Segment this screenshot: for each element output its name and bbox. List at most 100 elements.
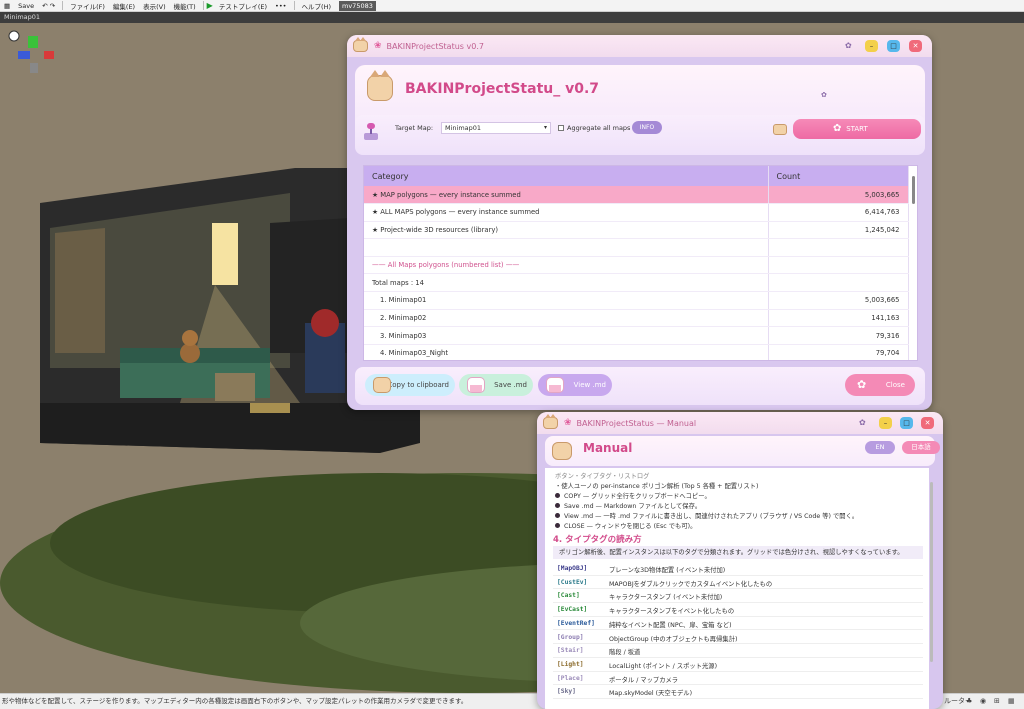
undo-icon[interactable]: ↶ ↷ — [38, 2, 59, 10]
view-md-button[interactable]: View .md — [538, 374, 612, 396]
play-icon[interactable]: ▶ — [207, 1, 213, 10]
manual-titlebar[interactable]: ❀ BAKINProjectStatus — Manual ✿ – □ ✕ — [537, 412, 943, 434]
tag-row: [Light] LocalLight (ポイント / スポット光源) — [553, 658, 923, 672]
table-row[interactable]: ★ ALL MAPS polygons — every instance sum… — [364, 203, 909, 222]
tag-label: [Light] — [557, 660, 584, 668]
table-scrollbar[interactable] — [912, 176, 915, 204]
close-window-button[interactable]: ✕ — [921, 417, 934, 429]
column-header-category[interactable]: Category — [364, 166, 769, 186]
table-row[interactable] — [364, 238, 909, 257]
file-menu[interactable]: ファイル(F) — [66, 1, 109, 11]
function-menu[interactable]: 機能(T) — [170, 1, 200, 11]
tag-description: MAPOBJをダブルクリックでカスタムイベント化したもの — [609, 580, 773, 588]
manual-line: COPY — グリッド全行をクリップボードへコピー。 — [555, 491, 711, 500]
table-row[interactable]: 2. Minimap02 141,163 — [364, 309, 909, 328]
tag-label: [CustEv] — [557, 578, 588, 586]
paw-icon: ✿ — [821, 91, 827, 99]
manual-content[interactable]: ボタン・タイプタグ・リストログ・使人ユーノの per-instance ポリゴン… — [545, 468, 929, 709]
table-row[interactable]: Total maps : 14 — [364, 273, 909, 293]
start-button[interactable]: ✿ START — [793, 119, 921, 139]
table-row[interactable]: 3. Minimap03 79,316 — [364, 326, 909, 345]
tag-row: [EventRef] 純粋なイベント配置 (NPC、扉、宝箱 など) — [553, 617, 923, 631]
paw-icon: ✿ — [857, 378, 867, 391]
edit-menu[interactable]: 編集(E) — [109, 1, 139, 11]
globe-icon[interactable]: ◉ — [980, 694, 986, 709]
tag-description: プレーンな3D物体配置 (イベント未付加) — [609, 567, 726, 574]
tree-icon[interactable]: ♣ — [966, 694, 972, 709]
app-title: BAKINProjectStatu_ v0.7 — [405, 81, 600, 97]
paw-pin-icon[interactable]: ✿ — [859, 418, 866, 427]
viewport-menu-icon — [8, 30, 20, 42]
table-row[interactable]: —— All Maps polygons (numbered list) —— — [364, 256, 909, 275]
manual-line: View .md — 一時 .md ファイルに書き出し、関連付けされたアプリ (… — [555, 511, 858, 520]
cat-icon — [773, 124, 787, 135]
cake-icon — [467, 377, 485, 393]
help-menu[interactable]: ヘルプ(H) — [298, 1, 335, 11]
manual-window-title: BAKINProjectStatus — Manual — [576, 418, 697, 428]
minimize-button[interactable]: – — [879, 417, 892, 429]
cat-icon — [543, 414, 558, 429]
tag-description: ポータル / マップカメラ — [609, 676, 679, 684]
table-row[interactable]: ★ Project-wide 3D resources (library) 1,2… — [364, 221, 909, 240]
maximize-button[interactable]: □ — [900, 417, 913, 429]
cell-count: 79,704 — [768, 344, 909, 360]
tag-row: [Sky] Map.skyModel (天空モデル) — [553, 685, 923, 699]
more-menu[interactable]: ••• — [271, 2, 291, 10]
cell-category: ★ MAP polygons — every instance summed — [364, 186, 769, 205]
aggregate-checkbox[interactable] — [558, 125, 564, 131]
cell-count: 79,316 — [768, 326, 909, 345]
table-row[interactable]: 4. Minimap03_Night 79,704 — [364, 344, 909, 360]
tag-label: [Stair] — [557, 647, 584, 655]
grid-icon[interactable]: ▦ — [1008, 694, 1015, 709]
close-window-button[interactable]: ✕ — [909, 40, 922, 52]
tag-label: [Cast] — [557, 592, 580, 600]
tag-description: キャラクタースタンプ (イベント未付加) — [609, 594, 723, 602]
bullet-icon — [555, 493, 560, 498]
tag-description: Map.skyModel (天空モデル) — [609, 690, 693, 698]
manual-line: ボタン・タイプタグ・リストログ — [555, 473, 650, 480]
manual-line: ・使人ユーノの per-instance ポリゴン解析 (Top 5 各種 + … — [555, 483, 759, 490]
column-header-count[interactable]: Count — [768, 166, 909, 186]
cat-icon — [353, 37, 368, 52]
tag-label: [Place] — [557, 674, 584, 682]
cat-icon — [373, 377, 391, 393]
target-map-select[interactable]: Minimap01 ▾ — [441, 122, 551, 134]
manual-line: CLOSE — ウィンドウを閉じる (Esc でも可)。 — [555, 521, 696, 530]
bullet-icon — [555, 523, 560, 528]
paw-icon: ❀ — [374, 41, 382, 51]
testplay-menu[interactable]: テストプレイ(E) — [215, 1, 271, 11]
status-titlebar[interactable]: ❀ BAKINProjectStatus v0.7 ✿ – □ ✕ — [347, 35, 932, 57]
view-menu[interactable]: 表示(V) — [139, 1, 170, 11]
aggregate-label: Aggregate all maps — [567, 124, 631, 132]
cell-count: 141,163 — [768, 309, 909, 328]
cell-count: 6,414,763 — [768, 203, 909, 222]
cat-mascot-icon — [552, 442, 572, 460]
lang-ja-button[interactable]: 日本語 — [902, 441, 940, 454]
tag-row: [Cast] キャラクタースタンプ (イベント未付加) — [553, 589, 923, 604]
copy-button[interactable]: Copy to clipboard — [365, 374, 455, 396]
tag-row: [Stair] 階段 / 坂道 — [553, 644, 923, 658]
cell-category: Total maps : 14 — [364, 273, 769, 293]
save-md-button[interactable]: Save .md — [459, 374, 533, 396]
close-button[interactable]: ✿ Close — [845, 374, 915, 396]
save-menu[interactable]: Save — [14, 2, 38, 10]
table-row[interactable]: 1. Minimap01 5,003,665 — [364, 291, 909, 310]
manual-scrollbar[interactable] — [930, 482, 933, 662]
table-row[interactable]: ★ MAP polygons — every instance summed 5,… — [364, 186, 909, 205]
version-badge: mv75083 — [339, 0, 376, 11]
maximize-button[interactable]: □ — [887, 40, 900, 52]
status-text: 形や物体などを配置して、ステージを作ります。マップエディター内の各種設定は画面右… — [2, 697, 468, 705]
tag-description: LocalLight (ポイント / スポット光源) — [609, 662, 718, 670]
gizmo-y-icon — [28, 36, 38, 48]
tag-label: [Group] — [557, 633, 584, 641]
minimize-button[interactable]: – — [865, 40, 878, 52]
lang-en-button[interactable]: EN — [865, 441, 895, 454]
results-table[interactable]: Category Count ★ MAP polygons — every in… — [363, 165, 918, 361]
tag-description: 階段 / 坂道 — [609, 649, 641, 657]
cell-category: ★ ALL MAPS polygons — every instance sum… — [364, 203, 769, 222]
menu-icon[interactable]: ▦ — [0, 2, 14, 10]
network-icon[interactable]: ⊞ — [994, 694, 1000, 709]
cell-count: 1,245,042 — [768, 221, 909, 240]
paw-pin-icon[interactable]: ✿ — [845, 41, 852, 50]
info-button[interactable]: INFO — [632, 121, 662, 134]
